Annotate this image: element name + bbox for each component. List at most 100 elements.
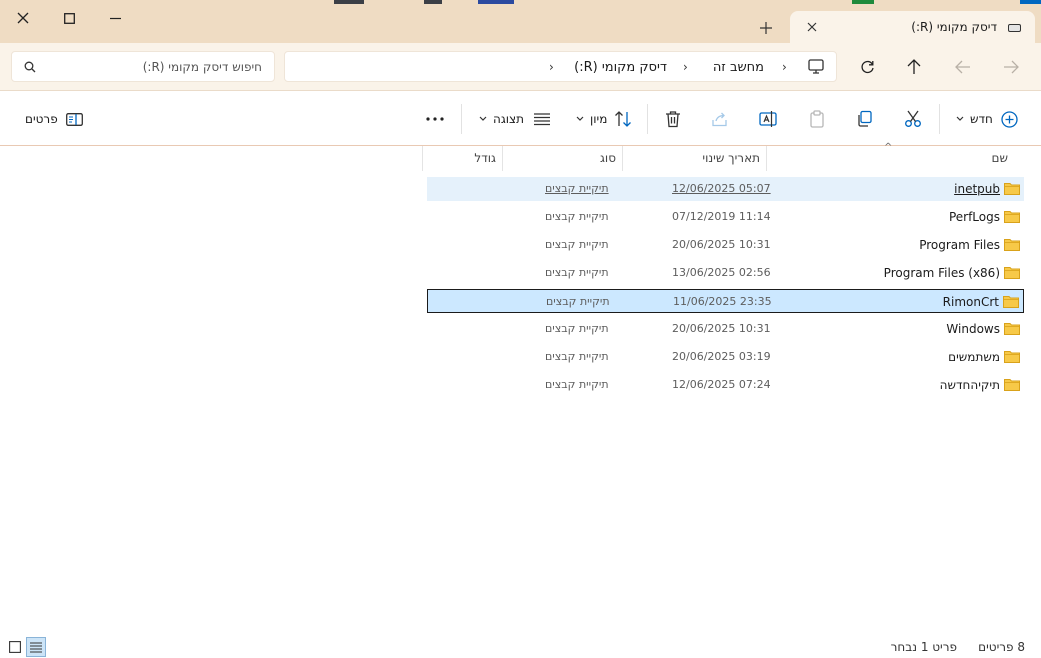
table-row-selected[interactable]: RimonCrt 11/06/2025 23:35 תיקיית קבצים (427, 289, 1024, 313)
paste-button[interactable] (808, 106, 826, 132)
file-name[interactable]: Program Files (x86) (884, 266, 1000, 280)
folder-icon (1004, 239, 1020, 251)
close-icon (807, 22, 817, 32)
details-view-button[interactable] (26, 637, 46, 657)
folder-icon (1004, 323, 1020, 335)
background-strip (852, 0, 874, 4)
column-divider[interactable] (502, 146, 503, 171)
table-row[interactable]: Windows 20/06/2025 10:31 תיקיית קבצים (427, 317, 1024, 341)
file-name[interactable]: inetpub (954, 182, 1000, 196)
breadcrumb-this-pc[interactable]: מחשב זה (713, 60, 764, 75)
file-date: 12/06/2025 05:07 (672, 182, 771, 195)
new-tab-button[interactable] (755, 17, 777, 39)
folder-icon (1004, 183, 1020, 195)
up-button[interactable] (900, 53, 928, 81)
column-header-row: ^ שם תאריך שינוי סוג גודל (0, 142, 1041, 171)
folder-icon (1004, 211, 1020, 223)
background-strip (478, 0, 514, 4)
chevron-right-icon: › (782, 60, 787, 74)
refresh-button[interactable] (853, 53, 881, 81)
table-row[interactable]: inetpub 12/06/2025 05:07 תיקיית קבצים (427, 177, 1024, 201)
tab-close-button[interactable] (802, 17, 822, 37)
arrow-right-icon (1004, 60, 1019, 74)
file-type: תיקיית קבצים (545, 238, 609, 251)
minimize-window-button[interactable] (92, 4, 138, 32)
selection-count: פריט 1 נבחר (890, 640, 957, 654)
sort-ascending-icon: ^ (884, 142, 893, 153)
breadcrumb-local-disk[interactable]: דיסק מקומי (R:) (574, 60, 667, 75)
table-row[interactable]: Program Files (x86) 13/06/2025 02:56 תיק… (427, 261, 1024, 285)
file-date: 13/06/2025 02:56 (672, 266, 771, 279)
file-name[interactable]: תיקיהחדשה (940, 378, 1000, 392)
table-row[interactable]: משתמשים 20/06/2025 03:19 תיקיית קבצים (427, 345, 1024, 369)
tiles-view-button[interactable] (5, 637, 25, 657)
chevron-right-icon: › (683, 60, 688, 74)
add-circle-icon (1001, 110, 1018, 128)
folder-icon (1003, 296, 1019, 308)
close-window-button[interactable] (0, 4, 46, 32)
column-header-name[interactable]: שם (992, 151, 1008, 165)
table-row[interactable]: PerfLogs 07/12/2019 11:14 תיקיית קבצים (427, 205, 1024, 229)
more-options-button[interactable] (426, 106, 444, 132)
table-row[interactable]: Program Files 20/06/2025 10:31 תיקיית קב… (427, 233, 1024, 257)
minimize-icon (109, 17, 121, 19)
table-row[interactable]: תיקיהחדשה 12/06/2025 07:24 תיקיית קבצים (427, 373, 1024, 397)
address-row: › מחשב זה › דיסק מקומי (R:) › חיפוש דיסק… (0, 43, 1041, 91)
file-name[interactable]: RimonCrt (943, 295, 999, 309)
file-date: 11/06/2025 23:35 (673, 295, 772, 308)
file-name[interactable]: PerfLogs (949, 210, 1000, 224)
cut-button[interactable] (904, 106, 922, 132)
file-name[interactable]: Windows (946, 322, 1000, 336)
sort-button[interactable]: מיון (576, 106, 632, 132)
file-list[interactable]: ^ שם תאריך שינוי סוג גודל inetpub 12/06/… (0, 142, 1041, 632)
tab-title: דיסק מקומי (R:) (911, 20, 997, 34)
list-view-icon (534, 113, 551, 126)
command-bar: חדש מיון תצוגה פרטים (0, 92, 1041, 146)
delete-button[interactable] (664, 106, 682, 132)
column-header-type[interactable]: סוג (600, 151, 616, 165)
copy-button[interactable] (856, 106, 874, 132)
search-placeholder: חיפוש דיסק מקומי (R:) (142, 60, 262, 74)
back-button[interactable] (997, 53, 1025, 81)
file-type: תיקיית קבצים (545, 350, 609, 363)
clipboard-icon (810, 110, 824, 128)
sort-label: מיון (590, 112, 608, 126)
file-name[interactable]: משתמשים (948, 350, 1000, 364)
address-bar[interactable]: › מחשב זה › דיסק מקומי (R:) › (284, 51, 837, 82)
file-name[interactable]: Program Files (919, 238, 1000, 252)
search-box[interactable]: חיפוש דיסק מקומי (R:) (11, 51, 275, 82)
maximize-icon (63, 12, 75, 24)
file-type: תיקיית קבצים (545, 322, 609, 335)
file-date: 20/06/2025 10:31 (672, 238, 771, 251)
column-header-date[interactable]: תאריך שינוי (702, 151, 760, 165)
separator (939, 104, 940, 134)
background-strip (334, 0, 364, 4)
file-type: תיקיית קבצים (545, 266, 609, 279)
file-type: תיקיית קבצים (545, 210, 609, 223)
background-strip (1020, 0, 1041, 4)
folder-icon (1004, 351, 1020, 363)
file-type: תיקיית קבצים (545, 378, 609, 391)
maximize-window-button[interactable] (46, 4, 92, 32)
details-view-icon (30, 642, 42, 652)
forward-button[interactable] (949, 53, 977, 81)
tiles-view-icon (9, 641, 21, 653)
column-divider[interactable] (622, 146, 623, 171)
close-icon (17, 12, 29, 24)
arrow-left-icon (955, 60, 970, 74)
tab-local-disk[interactable]: דיסק מקומי (R:) (790, 11, 1035, 43)
view-button[interactable]: תצוגה (479, 106, 551, 132)
column-header-size[interactable]: גודל (474, 151, 496, 165)
view-label: תצוגה (493, 112, 525, 126)
file-date: 20/06/2025 03:19 (672, 350, 771, 363)
separator (461, 104, 462, 134)
column-divider[interactable] (422, 146, 423, 171)
details-pane-button[interactable]: פרטים (25, 106, 83, 132)
file-type: תיקיית קבצים (545, 182, 609, 195)
column-divider[interactable] (766, 146, 767, 171)
new-button[interactable]: חדש (956, 106, 1018, 132)
folder-icon (1004, 379, 1020, 391)
chevron-right-icon[interactable]: › (549, 60, 554, 74)
rename-button[interactable] (759, 106, 777, 132)
share-button[interactable] (711, 106, 729, 132)
